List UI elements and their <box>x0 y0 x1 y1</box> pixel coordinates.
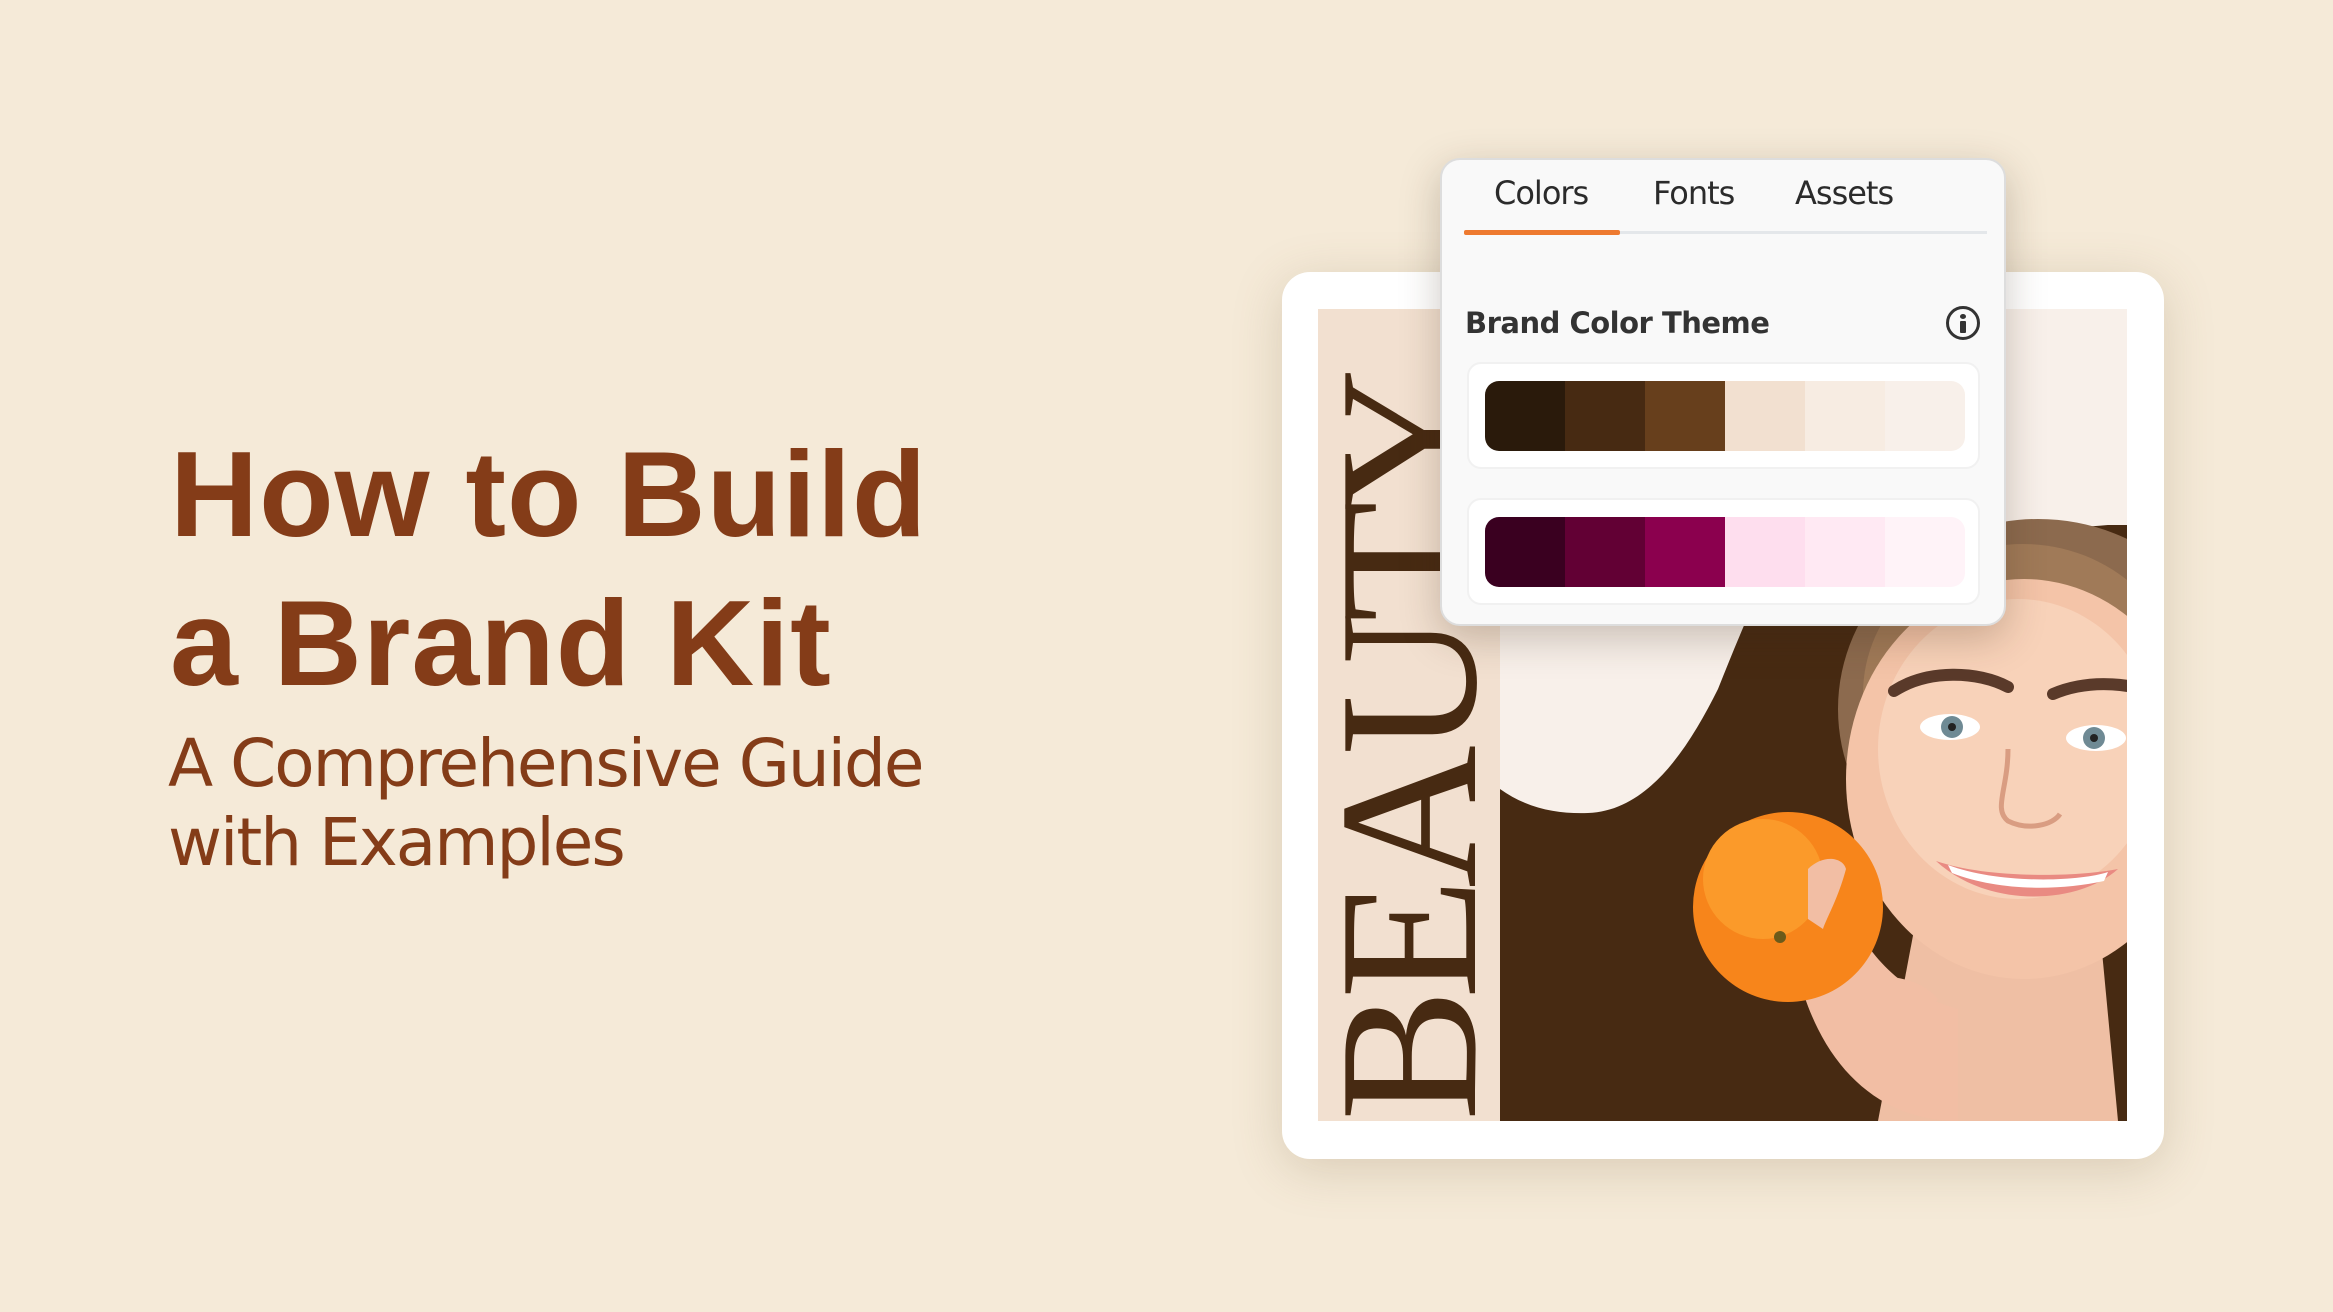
right-pupil <box>2090 734 2098 742</box>
orange-highlight <box>1703 819 1823 939</box>
left-pupil <box>1948 723 1956 731</box>
tab-fonts[interactable]: Fonts <box>1653 174 1735 212</box>
color-swatch[interactable] <box>1645 381 1725 451</box>
color-swatch[interactable] <box>1485 381 1565 451</box>
tab-colors[interactable]: Colors <box>1494 174 1589 212</box>
color-swatch[interactable] <box>1725 381 1805 451</box>
subtitle-line-2: with Examples <box>168 804 626 881</box>
color-swatch[interactable] <box>1645 517 1725 587</box>
color-swatch[interactable] <box>1885 517 1965 587</box>
color-swatch[interactable] <box>1565 381 1645 451</box>
title-line-2: a Brand Kit <box>170 575 832 711</box>
page-subtitle: A Comprehensive Guide with Examples <box>168 724 925 882</box>
tab-assets[interactable]: Assets <box>1795 174 1894 212</box>
palette-swatches <box>1485 517 1965 587</box>
color-swatch[interactable] <box>1805 381 1885 451</box>
orange-stem <box>1774 931 1786 943</box>
subtitle-line-1: A Comprehensive Guide <box>168 725 925 802</box>
color-swatch[interactable] <box>1805 517 1885 587</box>
palette-swatches <box>1485 381 1965 451</box>
title-line-1: How to Build <box>170 426 928 562</box>
section-title: Brand Color Theme <box>1465 306 1770 340</box>
color-swatch[interactable] <box>1565 517 1645 587</box>
brand-kit-panel: Colors Fonts Assets Brand Color Theme <box>1440 158 2006 626</box>
palette-card-brown[interactable] <box>1467 362 1980 469</box>
palette-card-magenta[interactable] <box>1467 498 1980 605</box>
info-icon[interactable] <box>1946 306 1980 340</box>
color-swatch[interactable] <box>1885 381 1965 451</box>
page-title: How to Build a Brand Kit <box>170 420 927 718</box>
color-swatch[interactable] <box>1485 517 1565 587</box>
active-tab-indicator <box>1464 230 1620 235</box>
panel-tabs: Colors Fonts Assets <box>1464 160 1987 235</box>
color-swatch[interactable] <box>1725 517 1805 587</box>
